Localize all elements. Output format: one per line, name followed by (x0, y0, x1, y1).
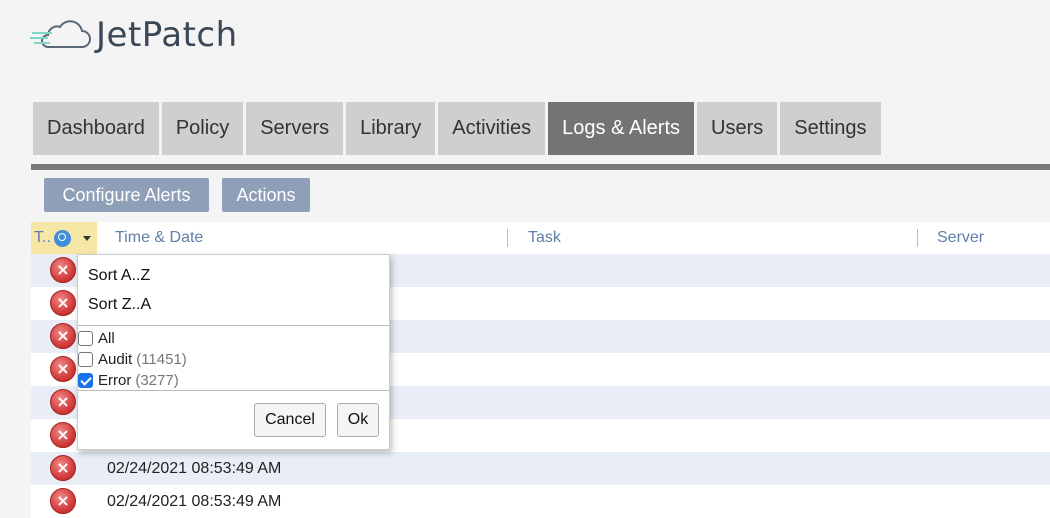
option-label: Error (98, 371, 132, 389)
time-column-header[interactable]: Time & Date (115, 222, 203, 254)
type-column-header[interactable]: T.. (31, 222, 97, 254)
configure-alerts-button[interactable]: Configure Alerts (44, 178, 209, 212)
type-filter-popup: Sort A..Z Sort Z..A All Audit (11451) Er… (77, 254, 390, 450)
ok-button[interactable]: Ok (337, 403, 379, 437)
column-separator[interactable] (507, 229, 508, 247)
error-icon: × (50, 323, 76, 349)
audit-checkbox[interactable] (78, 351, 93, 367)
option-count: (11451) (136, 350, 187, 368)
search-icon[interactable] (53, 229, 71, 247)
tab-underline-bar (31, 164, 1050, 170)
tab-label: Library (360, 117, 422, 139)
row-time: 02/24/2021 08:53:49 AM (107, 492, 282, 510)
error-icon: × (50, 257, 76, 283)
table-row[interactable]: × 02/24/2021 08:53:49 AM (31, 452, 1050, 485)
option-label: All (98, 329, 115, 347)
error-checkbox[interactable] (78, 372, 93, 388)
table-header: T.. Time & Date Task Server (31, 222, 1050, 254)
sort-a-z-option[interactable]: Sort A..Z (88, 267, 150, 285)
server-column-header[interactable]: Server (937, 222, 984, 254)
actions-button[interactable]: Actions (222, 178, 310, 212)
option-count: (3277) (135, 371, 179, 389)
tab-library[interactable]: Library (346, 102, 436, 155)
task-column-header[interactable]: Task (528, 222, 561, 254)
tab-label: Logs & Alerts (562, 117, 680, 139)
sort-z-a-option[interactable]: Sort Z..A (88, 296, 151, 314)
divider (78, 390, 389, 391)
cancel-button[interactable]: Cancel (254, 403, 326, 437)
filter-option-audit[interactable]: Audit (11451) (78, 349, 187, 369)
tab-label: Policy (175, 117, 230, 139)
jetpatch-logo: JetPatch (30, 12, 238, 58)
tab-policy[interactable]: Policy (161, 102, 244, 155)
all-checkbox[interactable] (78, 330, 93, 346)
tab-servers[interactable]: Servers (246, 102, 344, 155)
tab-label: Servers (260, 117, 330, 139)
error-icon: × (50, 290, 76, 316)
filter-dropdown-button[interactable] (76, 222, 97, 254)
tab-settings[interactable]: Settings (780, 102, 881, 155)
type-column-label: T.. (34, 229, 51, 246)
error-icon: × (50, 356, 76, 382)
logo-text: JetPatch (96, 15, 238, 55)
caret-down-icon (82, 235, 91, 241)
tab-users[interactable]: Users (697, 102, 778, 155)
tab-logs-alerts[interactable]: Logs & Alerts (548, 102, 694, 155)
tab-label: Users (711, 117, 764, 139)
tab-label: Dashboard (47, 117, 145, 139)
option-label: Audit (98, 350, 133, 368)
table-row[interactable]: × 02/24/2021 08:53:49 AM (31, 485, 1050, 518)
cloud-logo-icon (30, 20, 91, 48)
error-icon: × (50, 455, 76, 481)
tab-label: Activities (452, 117, 532, 139)
main-tabs: Dashboard Policy Servers Library Activit… (33, 102, 881, 155)
tab-label: Settings (794, 117, 867, 139)
divider (78, 325, 389, 326)
tab-dashboard[interactable]: Dashboard (33, 102, 159, 155)
column-separator[interactable] (917, 229, 918, 247)
row-time: 02/24/2021 08:53:49 AM (107, 459, 282, 477)
error-icon: × (50, 422, 76, 448)
tab-activities[interactable]: Activities (438, 102, 546, 155)
filter-option-error[interactable]: Error (3277) (78, 370, 179, 390)
error-icon: × (50, 389, 76, 415)
filter-option-all[interactable]: All (78, 328, 115, 348)
error-icon: × (50, 488, 76, 514)
